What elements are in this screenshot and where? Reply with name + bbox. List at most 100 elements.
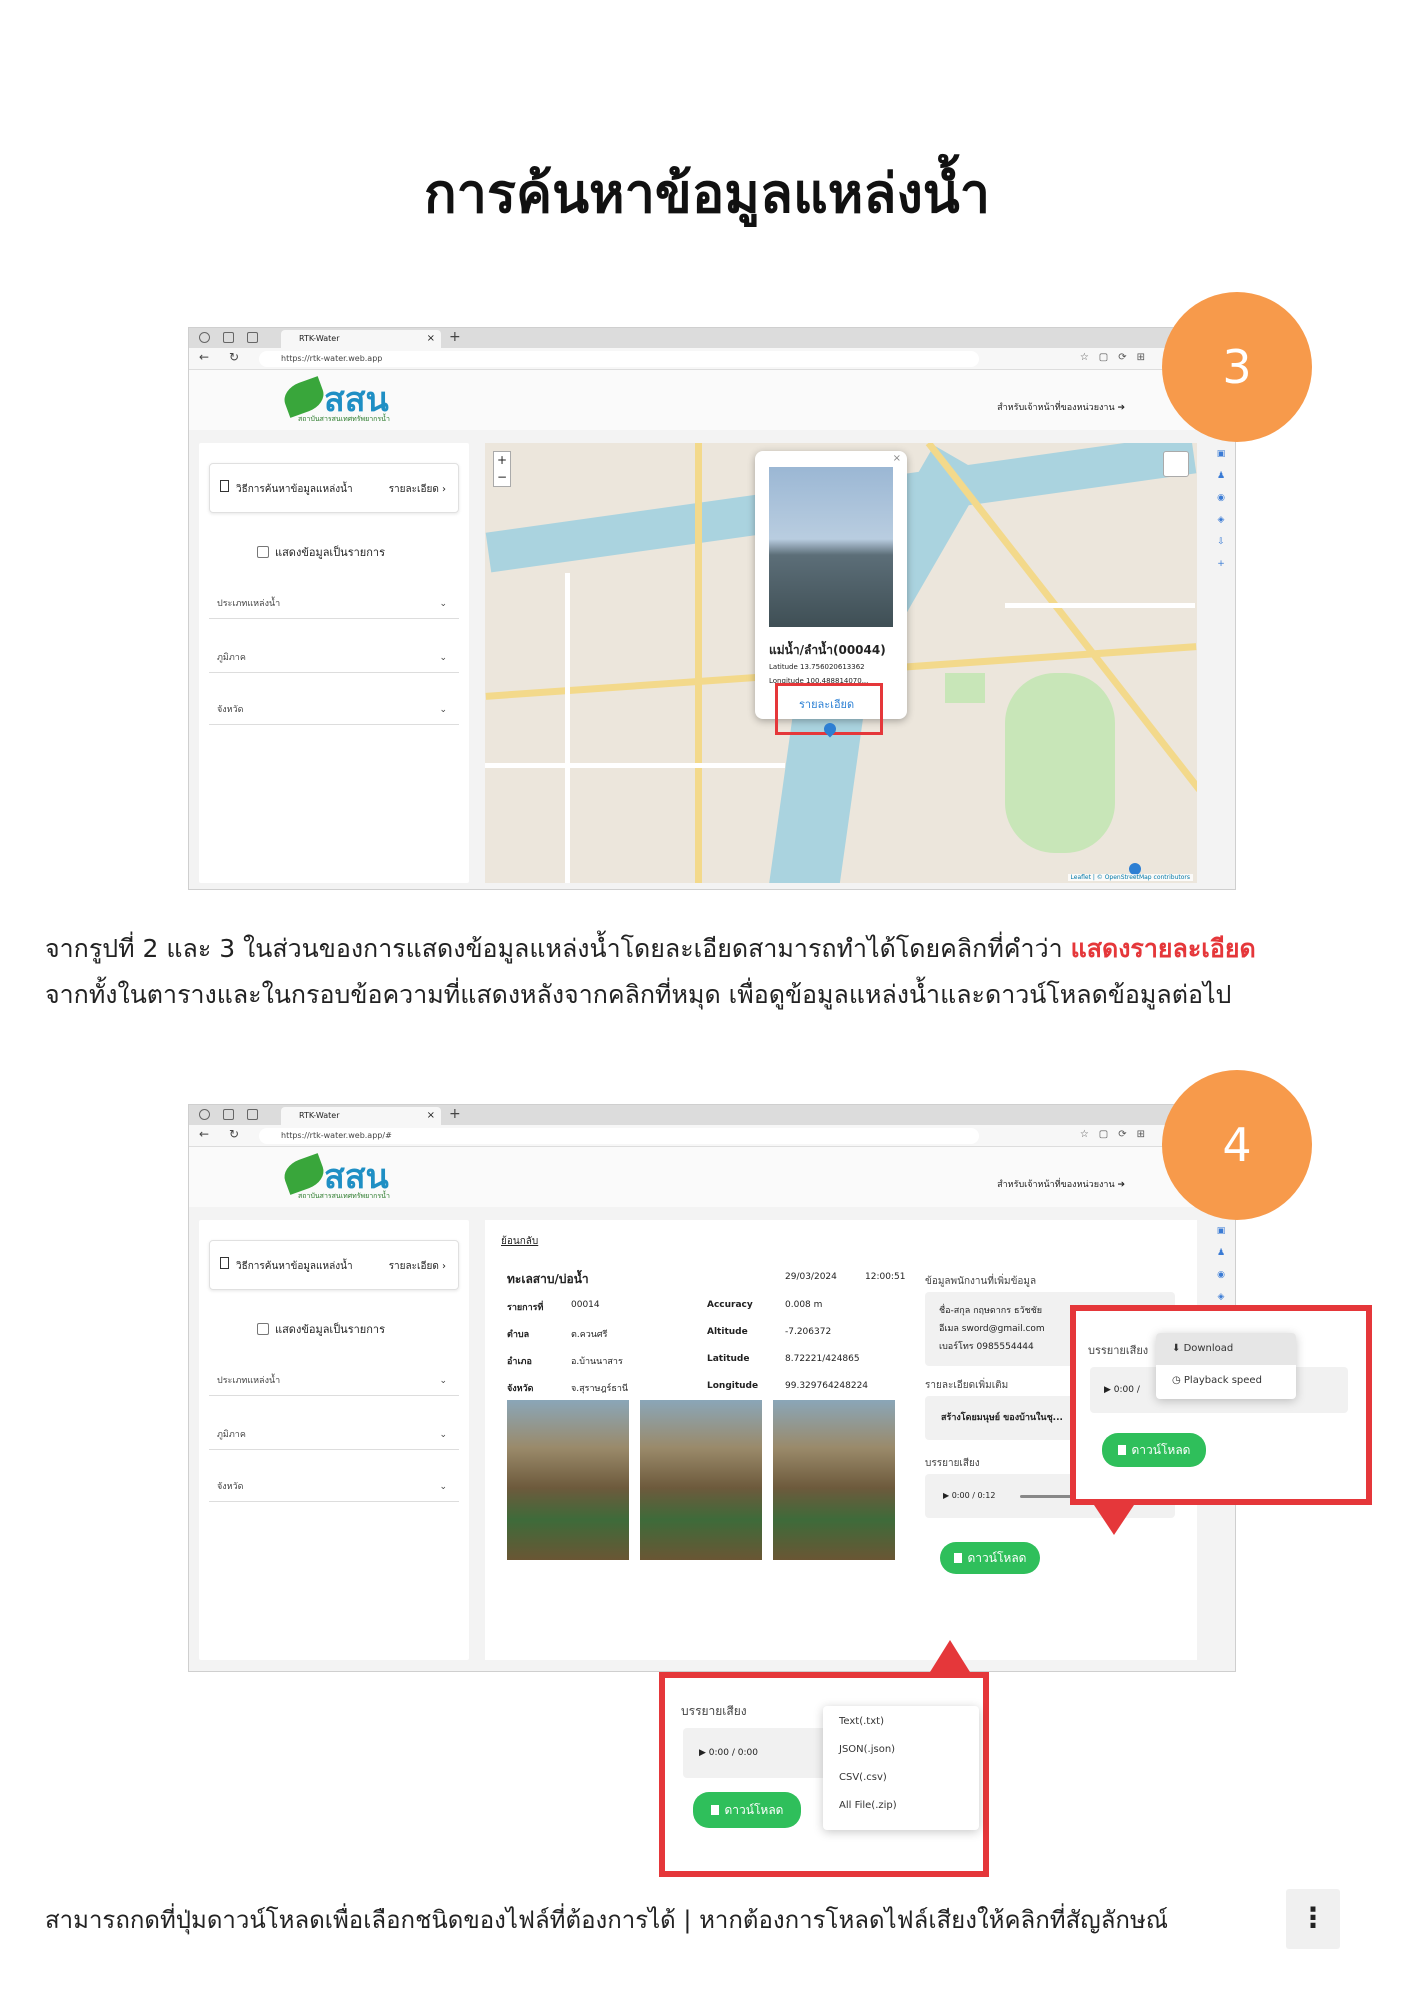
new-tab-icon[interactable]: + <box>449 1106 461 1122</box>
paragraph-1-line2: จากทั้งในตารางและในกรอบข้อความที่แสดงหลั… <box>45 980 1232 1009</box>
map-attribution[interactable]: Leaflet | © OpenStreetMap contributors <box>1067 874 1193 881</box>
step-badge-4: 4 <box>1162 1070 1312 1220</box>
browser-tab[interactable]: RTK-Water × <box>281 330 441 348</box>
sidebar: วิธีการค้นหาข้อมูลแหล่งน้ำ รายละเอียด › … <box>199 1220 469 1660</box>
paragraph-1-text: จากรูปที่ 2 และ 3 ในส่วนของการแสดงข้อมูล… <box>45 934 1071 963</box>
address-bar-row: ← ↻ https://rtk-water.web.app ☆▢⟳⊞ <box>189 348 1235 370</box>
select-water-type[interactable]: ประเภทแหล่งน้ำ ⌄ <box>209 589 459 619</box>
staff-login-link[interactable]: สำหรับเจ้าหน้าที่ของหน่วยงาน ➔ <box>997 1177 1125 1191</box>
water-photo <box>769 467 893 627</box>
url-field[interactable]: https://rtk-water.web.app <box>259 351 979 367</box>
select-water-type[interactable]: ประเภทแหล่งน้ำ ⌄ <box>209 1366 459 1396</box>
water-photo[interactable] <box>507 1400 629 1560</box>
collections-icon[interactable] <box>223 1109 234 1120</box>
staff-info-heading: ข้อมูลพนักงานที่เพิ่มข้อมูล <box>925 1276 1037 1287</box>
collections-icon[interactable] <box>223 332 234 343</box>
menu-item-download[interactable]: ⬇ Download <box>1172 1343 1233 1354</box>
document-icon <box>220 480 229 492</box>
menu-item-csv[interactable]: CSV(.csv) <box>839 1772 887 1783</box>
chevron-down-icon: ⌄ <box>439 599 447 609</box>
menu-item-playback-speed[interactable]: ◷ Playback speed <box>1172 1375 1262 1386</box>
detail-date: 29/03/2024 <box>785 1272 837 1282</box>
list-checkbox[interactable] <box>257 546 269 558</box>
select-province[interactable]: จังหวัด ⌄ <box>209 1472 459 1502</box>
url-field[interactable]: https://rtk-water.web.app/# <box>259 1128 979 1144</box>
close-icon[interactable]: × <box>893 453 901 464</box>
chevron-down-icon: ⌄ <box>439 705 447 715</box>
profile-icon[interactable] <box>199 332 210 343</box>
tab-actions-icon[interactable] <box>247 332 258 343</box>
download-button[interactable]: ดาวน์โหลด <box>940 1542 1040 1574</box>
audio-progress-bar[interactable] <box>1020 1495 1075 1498</box>
side-icon-bar[interactable]: ▣ ♟ ◉ ◈ ⇩ + <box>1213 443 1229 575</box>
side-icon-bar[interactable]: ▣ ♟ ◉ ◈ <box>1213 1220 1229 1308</box>
download-button[interactable]: ดาวน์โหลด <box>693 1792 801 1828</box>
detail-title: ทะเลสาบ/บ่อน้ำ <box>507 1272 589 1286</box>
audio-heading: บรรยายเสียง <box>1088 1344 1149 1357</box>
zoom-control[interactable]: + − <box>493 451 511 487</box>
list-toggle[interactable]: แสดงข้อมูลเป็นรายการ <box>257 543 385 561</box>
select-province[interactable]: จังหวัด ⌄ <box>209 695 459 725</box>
list-toggle[interactable]: แสดงข้อมูลเป็นรายการ <box>257 1320 385 1338</box>
download-label: ดาวน์โหลด <box>1131 1443 1191 1457</box>
menu-item-json[interactable]: JSON(.json) <box>839 1744 895 1755</box>
new-tab-icon[interactable]: + <box>449 329 461 345</box>
back-link[interactable]: ย้อนกลับ <box>501 1234 538 1249</box>
field-value: อ.บ้านนาสาร <box>571 1357 623 1367</box>
toolbar-icons[interactable]: ☆▢⟳⊞ <box>1080 352 1155 363</box>
field-key: Accuracy <box>707 1300 753 1310</box>
search-method-box[interactable]: วิธีการค้นหาข้อมูลแหล่งน้ำ รายละเอียด › <box>209 463 459 513</box>
file-icon <box>710 1805 719 1815</box>
tab-title: RTK-Water <box>299 1111 340 1120</box>
select-label: ประเภทแหล่งน้ำ <box>217 599 281 609</box>
screenshot-map: RTK-Water × + ← ↻ https://rtk-water.web.… <box>188 327 1236 890</box>
select-region[interactable]: ภูมิภาค ⌄ <box>209 643 459 673</box>
method-link-label: รายละเอียด <box>388 1261 439 1272</box>
select-label: จังหวัด <box>217 705 244 715</box>
chevron-down-icon: ⌄ <box>439 653 447 663</box>
list-checkbox[interactable] <box>257 1323 269 1335</box>
paragraph-1: จากรูปที่ 2 และ 3 ในส่วนของการแสดงข้อมูล… <box>45 926 1375 1018</box>
close-icon[interactable]: × <box>427 1107 435 1125</box>
back-arrow-icon[interactable]: ← <box>199 1127 209 1141</box>
search-method-box[interactable]: วิธีการค้นหาข้อมูลแหล่งน้ำ รายละเอียด › <box>209 1240 459 1290</box>
detail-time: 12:00:51 <box>865 1272 906 1282</box>
toolbar-icons[interactable]: ☆▢⟳⊞ <box>1080 1129 1155 1140</box>
staff-login-link[interactable]: สำหรับเจ้าหน้าที่ของหน่วยงาน ➔ <box>997 400 1125 414</box>
app-header: สสน สถาบันสารสนเทศทรัพยากรน้ำ สำหรับเจ้า… <box>189 370 1235 430</box>
method-detail-link[interactable]: รายละเอียด › <box>389 482 446 497</box>
refresh-icon[interactable]: ↻ <box>229 350 239 364</box>
field-value: จ.สุราษฎร์ธานี <box>571 1384 629 1394</box>
download-button[interactable]: ดาวน์โหลด <box>1102 1433 1206 1467</box>
field-key: จังหวัด <box>507 1384 534 1394</box>
callout-download-menu: บรรยายเสียง ▶ 0:00 / 0:00 ดาวน์โหลด Text… <box>659 1672 989 1877</box>
field-key: Longitude <box>707 1381 759 1391</box>
layers-icon[interactable] <box>1163 451 1189 477</box>
method-detail-link[interactable]: รายละเอียด › <box>389 1259 446 1274</box>
map-view[interactable]: + − × แม่น้ำ/ลำน้ำ(00044) Latitude 13.756… <box>485 443 1197 883</box>
chevron-down-icon: ⌄ <box>439 1482 447 1492</box>
list-toggle-label: แสดงข้อมูลเป็นรายการ <box>275 546 385 559</box>
field-key: Latitude <box>707 1354 750 1364</box>
profile-icon[interactable] <box>199 1109 210 1120</box>
back-arrow-icon[interactable]: ← <box>199 350 209 364</box>
refresh-icon[interactable]: ↻ <box>229 1127 239 1141</box>
play-icon[interactable]: ▶ <box>943 1491 949 1500</box>
menu-item-zip[interactable]: All File(.zip) <box>839 1800 897 1811</box>
audio-player[interactable]: ▶ 0:00 / 0:00 <box>683 1728 843 1778</box>
menu-item-txt[interactable]: Text(.txt) <box>839 1716 884 1727</box>
select-label: ภูมิภาค <box>217 1430 246 1440</box>
browser-tab[interactable]: RTK-Water × <box>281 1107 441 1125</box>
audio-time: 0:00 / 0:00 <box>708 1748 758 1758</box>
play-icon[interactable]: ▶ <box>699 1748 706 1758</box>
audio-heading: บรรยายเสียง <box>925 1458 980 1469</box>
water-photo[interactable] <box>640 1400 762 1560</box>
tab-actions-icon[interactable] <box>247 1109 258 1120</box>
play-icon[interactable]: ▶ <box>1104 1385 1111 1395</box>
browser-tab-bar: RTK-Water × + <box>189 328 1235 348</box>
audio-time: 0:00 / <box>1113 1385 1140 1395</box>
close-icon[interactable]: × <box>427 330 435 348</box>
field-key: รายการที่ <box>507 1303 544 1313</box>
water-photo[interactable] <box>773 1400 895 1560</box>
select-region[interactable]: ภูมิภาค ⌄ <box>209 1420 459 1450</box>
